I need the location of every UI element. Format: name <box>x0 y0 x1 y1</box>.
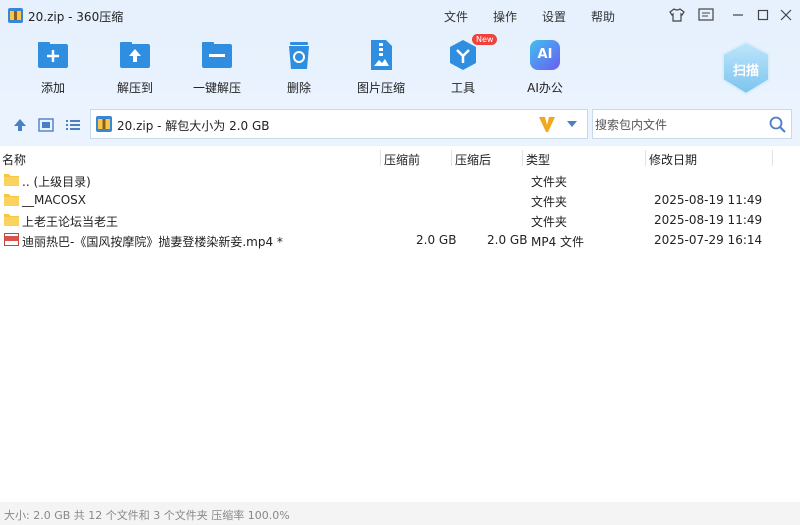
file-type: 文件夹 <box>531 215 568 229</box>
tools-label: 工具 <box>450 81 475 95</box>
column-header-after[interactable]: 压缩后 <box>455 151 491 168</box>
column-divider[interactable] <box>522 150 523 166</box>
image-compress-icon <box>371 40 392 70</box>
thumbnail-view-icon[interactable] <box>38 118 54 132</box>
table-row[interactable]: 迪丽热巴-《国风按摩院》抛妻登楼染新妾.mp4 * 2.0 GB 2.0 GB … <box>0 230 800 250</box>
status-bar: 大小: 2.0 GB 共 12 个文件和 3 个文件夹 压缩率 100.0% <box>0 502 800 525</box>
path-field[interactable]: 20.zip - 解包大小为 2.0 GB <box>90 109 588 139</box>
table-row[interactable]: __MACOSX 文件夹 2025-08-19 11:49 <box>0 190 800 210</box>
scan-button[interactable]: 扫描 <box>718 40 774 96</box>
one-click-extract-label: 一键解压 <box>192 81 241 95</box>
column-divider[interactable] <box>380 150 381 166</box>
search-input[interactable] <box>595 116 760 134</box>
v-logo-icon[interactable] <box>537 114 557 134</box>
feedback-icon[interactable] <box>697 6 715 24</box>
scan-label: 扫描 <box>732 64 759 79</box>
zip-archive-icon <box>96 116 112 132</box>
image-compress-button[interactable]: 图片压缩 <box>346 38 416 96</box>
add-label: 添加 <box>40 81 65 95</box>
maximize-icon[interactable] <box>754 6 772 24</box>
search-box <box>592 109 792 139</box>
delete-label: 删除 <box>286 81 311 95</box>
one-click-extract-icon <box>202 42 232 68</box>
window-title: 20.zip - 360压缩 <box>28 10 124 24</box>
menu-file[interactable]: 文件 <box>444 8 468 25</box>
file-modified: 2025-08-19 11:49 <box>654 193 763 207</box>
table-row[interactable]: .. (上级目录) 文件夹 <box>0 170 800 190</box>
column-header-name[interactable]: 名称 <box>2 151 26 168</box>
extract-to-label: 解压到 <box>116 81 153 95</box>
title-bar: 20.zip - 360压缩 文件 操作 设置 帮助 <box>0 0 800 30</box>
app-logo-icon <box>8 8 23 23</box>
chevron-down-icon[interactable] <box>567 121 577 127</box>
column-header-modified[interactable]: 修改日期 <box>649 151 697 168</box>
file-type: 文件夹 <box>531 175 568 189</box>
search-icon[interactable] <box>769 116 786 133</box>
file-name: 上老王论坛当老王 <box>22 215 119 229</box>
video-file-icon <box>4 233 19 246</box>
new-badge: New <box>472 34 498 45</box>
folder-icon <box>4 194 19 206</box>
table-row[interactable]: 上老王论坛当老王 文件夹 2025-08-19 11:49 <box>0 210 800 230</box>
up-arrow-icon[interactable] <box>12 118 28 132</box>
file-modified: 2025-07-29 16:14 <box>654 233 763 247</box>
menu-settings[interactable]: 设置 <box>542 8 566 25</box>
folder-icon <box>4 174 19 186</box>
column-header-before[interactable]: 压缩前 <box>384 151 420 168</box>
delete-button[interactable]: 删除 <box>264 38 334 96</box>
column-divider[interactable] <box>772 150 773 166</box>
file-modified: 2025-08-19 11:49 <box>654 213 763 227</box>
add-button[interactable]: 添加 <box>18 38 88 96</box>
add-archive-icon <box>38 42 68 68</box>
file-name: .. (上级目录) <box>22 175 91 189</box>
toolbar: 添加 解压到 一键解压 删除 图片压缩 New 工具 AI AI办公 扫描 <box>0 30 800 104</box>
file-type: MP4 文件 <box>531 235 585 249</box>
file-name: 迪丽热巴-《国风按摩院》抛妻登楼染新妾.mp4 * <box>22 235 283 249</box>
minimize-icon[interactable] <box>729 6 747 24</box>
list-view-icon[interactable] <box>65 118 81 132</box>
close-icon[interactable] <box>777 6 795 24</box>
column-divider[interactable] <box>645 150 646 166</box>
image-compress-label: 图片压缩 <box>356 81 405 95</box>
skin-tshirt-icon[interactable] <box>668 6 686 24</box>
file-name: __MACOSX <box>22 193 87 207</box>
file-size-before: 2.0 GB <box>416 233 457 247</box>
ai-icon-text: AI <box>537 47 553 62</box>
ai-office-button[interactable]: AI AI办公 <box>510 38 580 96</box>
file-list: .. (上级目录) 文件夹 __MACOSX 文件夹 2025-08-19 11… <box>0 170 800 250</box>
ai-icon: AI <box>528 38 562 72</box>
folder-icon <box>4 214 19 226</box>
extract-to-icon <box>120 42 150 68</box>
tools-button[interactable]: New 工具 <box>428 34 498 96</box>
menu-help[interactable]: 帮助 <box>591 8 615 25</box>
status-text: 大小: 2.0 GB 共 12 个文件和 3 个文件夹 压缩率 100.0% <box>4 509 290 522</box>
ai-office-label: AI办公 <box>527 81 563 95</box>
extract-to-button[interactable]: 解压到 <box>100 38 170 96</box>
menu-operation[interactable]: 操作 <box>493 8 517 25</box>
one-click-extract-button[interactable]: 一键解压 <box>182 38 252 96</box>
column-header-type[interactable]: 类型 <box>526 151 550 168</box>
recycle-bin-icon <box>289 42 309 69</box>
column-header-row: 名称 压缩前 压缩后 类型 修改日期 <box>0 148 800 168</box>
path-text: 20.zip - 解包大小为 2.0 GB <box>117 119 270 133</box>
file-type: 文件夹 <box>531 195 568 209</box>
file-size-after: 2.0 GB <box>487 233 528 247</box>
column-divider[interactable] <box>451 150 452 166</box>
